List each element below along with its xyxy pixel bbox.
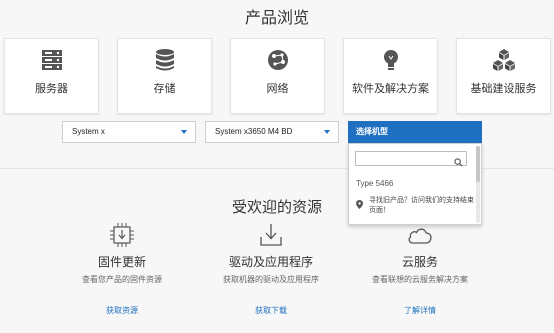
- model-select[interactable]: System x3650 M4 BD: [205, 121, 339, 143]
- get-resources-link[interactable]: 获取资源: [42, 305, 202, 316]
- section-divider: [0, 168, 348, 169]
- category-label: 服务器: [35, 83, 68, 95]
- family-select[interactable]: System x: [62, 121, 196, 143]
- storage-icon: [118, 47, 211, 73]
- category-label: 基础建设服务: [470, 83, 537, 95]
- resources-heading: 受欢迎的资源: [231, 199, 322, 216]
- category-tile-software[interactable]: 软件及解决方案: [343, 38, 438, 114]
- model-select-value: System x3650 M4 BD: [215, 127, 293, 136]
- resource-desc: 查看联想的云服务解决方案: [372, 275, 468, 284]
- resource-title: 云服务: [401, 255, 438, 269]
- dropdown-search-input[interactable]: [355, 151, 467, 167]
- server-icon: [5, 47, 98, 73]
- resource-desc: 查看您产品的固件资源: [82, 275, 162, 284]
- learn-more-link[interactable]: 了解详情: [340, 305, 500, 316]
- category-label: 存储: [153, 83, 176, 95]
- chevron-down-icon: [324, 130, 330, 134]
- resource-drivers: 驱动及应用程序 获取机器的驱动及应用程序 获取下载: [191, 222, 351, 316]
- firmware-chip-icon: [42, 222, 202, 248]
- category-tile-servers[interactable]: 服务器: [4, 38, 99, 114]
- category-row: 服务器 存储 网络 软件及解决方案 基础建设服务: [4, 38, 554, 114]
- chevron-down-icon: [181, 130, 187, 134]
- machine-type-select-label: 选择机型: [356, 127, 388, 136]
- lightbulb-icon: [344, 47, 437, 73]
- page-title: 产品浏览: [244, 10, 309, 27]
- category-tile-infrastructure[interactable]: 基础建设服务: [456, 38, 551, 114]
- family-select-value: System x: [72, 127, 105, 136]
- resource-title: 固件更新: [97, 255, 146, 269]
- cloud-icon: [340, 222, 500, 248]
- machine-type-select[interactable]: 选择机型: [348, 121, 482, 143]
- category-label: 网络: [266, 83, 289, 95]
- get-downloads-link[interactable]: 获取下载: [191, 305, 351, 316]
- category-tile-network[interactable]: 网络: [230, 38, 325, 114]
- resource-desc: 获取机器的驱动及应用程序: [223, 275, 319, 284]
- category-tile-storage[interactable]: 存储: [117, 38, 212, 114]
- resource-title: 驱动及应用程序: [228, 255, 313, 269]
- network-icon: [231, 47, 324, 73]
- resource-cloud: 云服务 查看联想的云服务解决方案 了解详情: [340, 222, 500, 316]
- search-icon: [454, 154, 463, 172]
- dropdown-option[interactable]: Type 5466: [356, 179, 393, 188]
- category-label: 软件及解决方案: [352, 83, 429, 95]
- cubes-icon: [457, 47, 550, 73]
- scrollbar-thumb[interactable]: [476, 146, 480, 182]
- section-divider: [482, 168, 554, 169]
- download-icon: [191, 222, 351, 248]
- resource-firmware: 固件更新 查看您产品的固件资源 获取资源: [42, 222, 202, 316]
